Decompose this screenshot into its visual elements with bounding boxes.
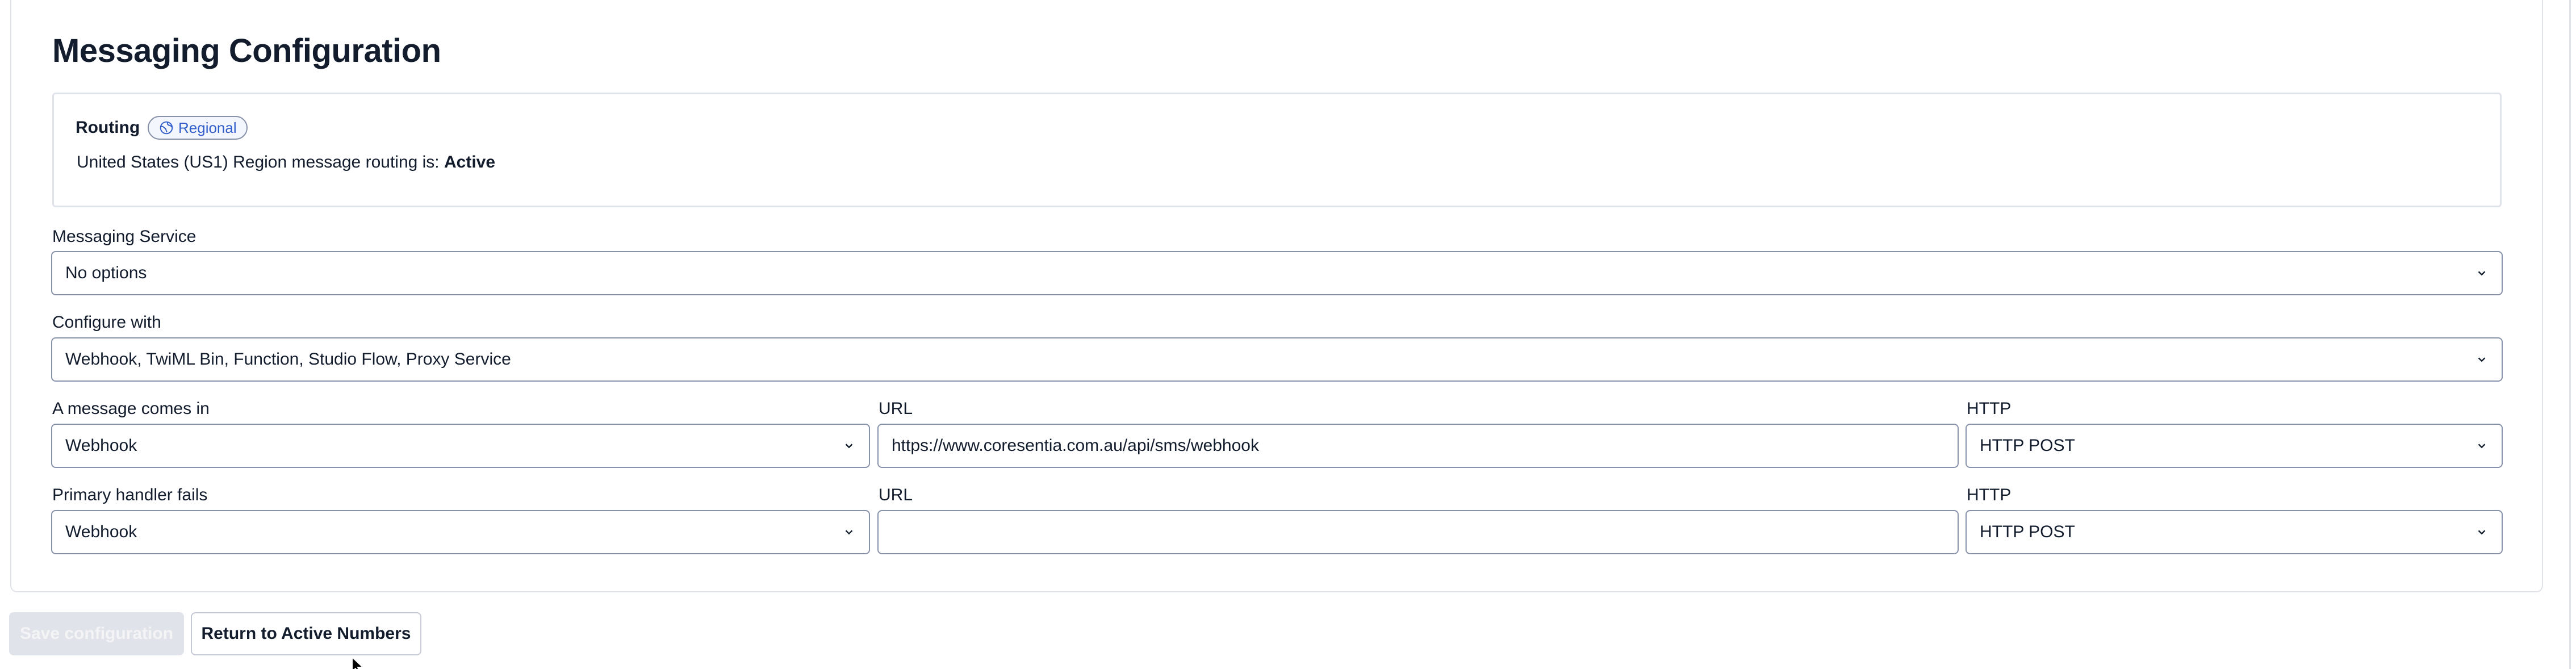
fallback-handler-label: Primary handler fails: [52, 486, 208, 504]
chevron-down-icon: [845, 444, 853, 449]
incoming-http-label: HTTP: [1967, 399, 2012, 418]
fallback-url-label: URL: [879, 486, 913, 504]
incoming-url-label: URL: [879, 399, 913, 418]
messaging-service-value: No options: [65, 264, 147, 282]
routing-status-value: Active: [444, 153, 496, 172]
routing-status-text: United States (US1) Region message routi…: [77, 150, 495, 175]
regional-badge-label: Regional: [178, 119, 237, 136]
configuration-card: [10, 0, 2543, 592]
fallback-http-method-value: HTTP POST: [1980, 522, 2075, 541]
save-configuration-button[interactable]: Save configuration: [9, 612, 184, 655]
incoming-message-label: A message comes in: [52, 399, 210, 418]
incoming-url-value: https://www.coresentia.com.au/api/sms/we…: [892, 436, 1259, 455]
fallback-http-label: HTTP: [1967, 486, 2012, 504]
chevron-down-icon: [2478, 444, 2486, 449]
fallback-handler-value: Webhook: [65, 522, 137, 541]
page-title: Messaging Configuration: [52, 32, 441, 69]
fallback-http-method-select[interactable]: HTTP POST: [1966, 510, 2503, 554]
regional-badge: Regional: [148, 116, 248, 140]
chevron-down-icon: [2478, 357, 2486, 362]
routing-status-prefix: United States (US1) Region message routi…: [77, 153, 444, 172]
mouse-cursor-icon: [352, 657, 363, 669]
incoming-url-input[interactable]: https://www.coresentia.com.au/api/sms/we…: [877, 424, 1959, 468]
incoming-http-method-select[interactable]: HTTP POST: [1966, 424, 2503, 468]
fallback-handler-select[interactable]: Webhook: [51, 510, 870, 554]
chevron-down-icon: [2478, 271, 2486, 276]
configure-with-value: Webhook, TwiML Bin, Function, Studio Flo…: [65, 350, 511, 369]
incoming-handler-value: Webhook: [65, 436, 137, 455]
configure-with-select[interactable]: Webhook, TwiML Bin, Function, Studio Flo…: [51, 337, 2503, 382]
configure-with-label: Configure with: [52, 313, 161, 332]
globe-icon: [160, 121, 173, 135]
chevron-down-icon: [845, 530, 853, 535]
page-scrollbar[interactable]: [2569, 0, 2571, 669]
messaging-service-label: Messaging Service: [52, 227, 196, 246]
messaging-configuration-page: Messaging Configuration Routing Regional…: [0, 0, 2576, 669]
fallback-url-input[interactable]: [877, 510, 1959, 554]
routing-label: Routing: [76, 118, 140, 137]
messaging-service-select[interactable]: No options: [51, 251, 2503, 295]
incoming-http-method-value: HTTP POST: [1980, 436, 2075, 455]
chevron-down-icon: [2478, 530, 2486, 535]
return-to-active-numbers-button[interactable]: Return to Active Numbers: [191, 612, 421, 655]
incoming-handler-select[interactable]: Webhook: [51, 424, 870, 468]
